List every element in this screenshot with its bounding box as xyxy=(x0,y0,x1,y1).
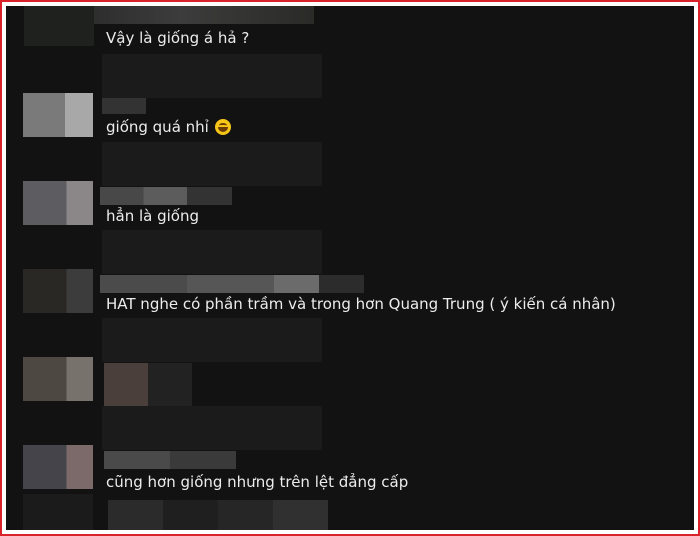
comment-header-censored xyxy=(108,500,328,530)
comment-header-censored xyxy=(102,406,322,450)
username-censored[interactable] xyxy=(104,451,236,469)
avatar-censored xyxy=(23,494,93,530)
avatar-censored[interactable] xyxy=(23,445,93,489)
username-censored[interactable] xyxy=(100,187,232,205)
avatar-censored[interactable] xyxy=(23,357,93,401)
comment-text: giống quá nhỉ xyxy=(106,117,231,137)
comment-text: HAT nghe có phần trầm và trong hơn Quang… xyxy=(106,295,616,313)
comment-text-label: giống quá nhỉ xyxy=(106,118,209,136)
comment-header-censored xyxy=(102,318,322,362)
avatar-censored[interactable] xyxy=(23,181,93,225)
comment-text: hẳn là giống xyxy=(106,207,199,225)
avatar-censored[interactable] xyxy=(23,269,93,313)
comment-panel: Vậy là giống á hả ? giống quá nhỉ hẳn là… xyxy=(6,6,694,530)
comment-text: cũng hơn giống nhưng trên lệt đẳng cấp xyxy=(106,473,409,491)
comment-text: Vậy là giống á hả ? xyxy=(106,29,250,47)
avatar-censored[interactable] xyxy=(23,93,93,137)
comment-header-censored xyxy=(102,230,322,274)
username-censored[interactable] xyxy=(102,98,146,114)
screenshot-frame: Vậy là giống á hả ? giống quá nhỉ hẳn là… xyxy=(0,0,700,536)
grinning-squinting-face-icon xyxy=(214,119,231,135)
username-censored[interactable] xyxy=(100,275,364,293)
comment-header-censored xyxy=(102,142,322,186)
username-censored[interactable] xyxy=(94,6,314,24)
comment-header-censored xyxy=(102,54,322,98)
avatar-censored xyxy=(24,6,94,46)
image-censored[interactable] xyxy=(104,363,192,407)
